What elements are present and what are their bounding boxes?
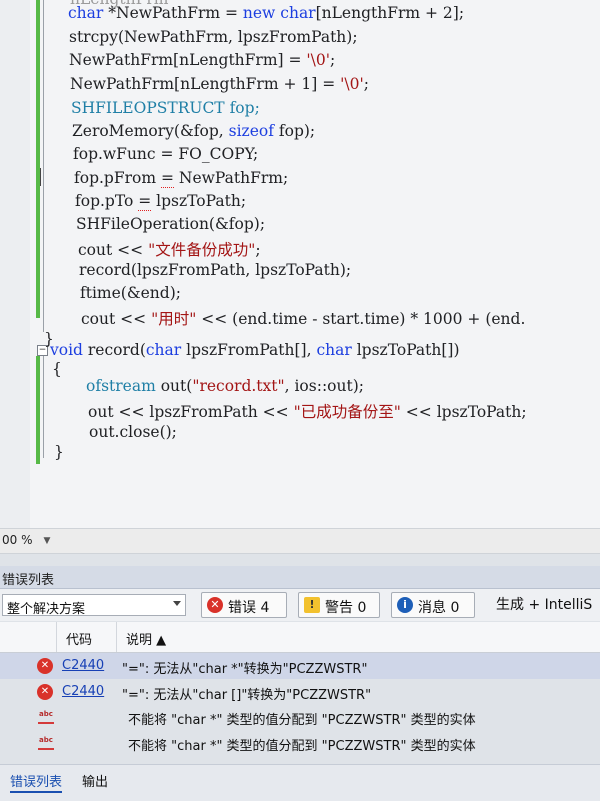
panel-title: 错误列表	[2, 573, 55, 588]
code-line[interactable]: ftime(&end);	[80, 284, 181, 302]
messages-filter-button[interactable]: i 消息 0	[391, 592, 475, 618]
code-line[interactable]: cout << "文件备份成功";	[78, 238, 261, 260]
build-intellisense-dropdown[interactable]: 生成 + IntelliS	[496, 594, 592, 614]
code-line[interactable]: char *NewPathFrm = new char[nLengthFrm +…	[68, 4, 464, 22]
scope-dropdown[interactable]: 整个解决方案	[2, 594, 186, 617]
code-line[interactable]: ZeroMemory(&fop, sizeof fop);	[72, 122, 315, 140]
code-line[interactable]: SHFileOperation(&fop);	[76, 215, 265, 233]
zoom-bar: 00 % ▼	[0, 528, 600, 554]
error-description: 不能将 "char *" 类型的值分配到 "PCZZWSTR" 类型的实体	[128, 713, 476, 728]
warnings-filter-label: 警告 0	[325, 600, 367, 616]
error-list-toolbar: 整个解决方案 ✕ 错误 4 ! 警告 0 i 消息 0 生成 + Intelli…	[0, 589, 600, 621]
code-line[interactable]: out.close();	[89, 423, 177, 441]
error-description: "=": 无法从"char []"转换为"PCZZWSTR"	[122, 688, 372, 703]
code-line[interactable]: NewPathFrm[nLengthFrm + 1] = '\0';	[70, 75, 369, 93]
chevron-down-icon[interactable]: ▼	[34, 533, 60, 549]
code-editor[interactable]: − nLengthFrm char *NewPathFrm = new char…	[0, 0, 600, 528]
warnings-filter-button[interactable]: ! 警告 0	[298, 592, 380, 618]
errors-filter-button[interactable]: ✕ 错误 4	[201, 592, 287, 618]
change-tracking-bar	[36, 0, 40, 318]
error-list-titlebar: 错误列表	[0, 566, 600, 589]
tab-error-list[interactable]: 错误列表	[10, 771, 63, 793]
code-line[interactable]: void record(char lpszFromPath[], char lp…	[50, 341, 460, 359]
code-line[interactable]: out << lpszFromPath << "已成功备份至" << lpszT…	[88, 400, 527, 422]
bottom-tab-strip: 错误列表 输出	[0, 764, 600, 801]
error-code-link[interactable]: C2440	[62, 658, 104, 673]
column-header-code[interactable]: 代码	[66, 629, 92, 648]
messages-filter-label: 消息 0	[418, 600, 460, 616]
editor-gutter	[0, 0, 30, 528]
intellisense-squiggle-icon: abc	[38, 710, 54, 724]
column-divider	[116, 622, 117, 652]
column-divider	[56, 622, 57, 652]
code-line[interactable]: cout << "用时" << (end.time - start.time) …	[81, 307, 525, 329]
code-line[interactable]: fop.pTo = lpszToPath;	[75, 192, 246, 211]
table-row[interactable]: ✕ C2440 "=": 无法从"char *"转换为"PCZZWSTR"	[0, 653, 600, 679]
error-description: 不能将 "char *" 类型的值分配到 "PCZZWSTR" 类型的实体	[128, 739, 476, 754]
code-line[interactable]: fop.pFrom = NewPathFrm;	[74, 169, 288, 188]
code-line[interactable]: strcpy(NewPathFrm, lpszFromPath);	[69, 28, 358, 46]
code-line[interactable]: SHFILEOPSTRUCT fop;	[71, 99, 260, 117]
errors-filter-label: 错误 4	[228, 600, 270, 616]
code-line[interactable]: fop.wFunc = FO_COPY;	[73, 145, 258, 163]
error-code-link[interactable]: C2440	[62, 684, 104, 699]
zoom-level[interactable]: 00 %	[2, 533, 33, 547]
info-icon: i	[397, 597, 413, 613]
error-description: "=": 无法从"char *"转换为"PCZZWSTR"	[122, 662, 368, 677]
change-tracking-bar	[36, 356, 40, 464]
tab-output[interactable]: 输出	[82, 771, 108, 790]
table-row[interactable]: abc 不能将 "char *" 类型的值分配到 "PCZZWSTR" 类型的实…	[0, 730, 600, 756]
code-line[interactable]: }	[54, 443, 64, 461]
code-line[interactable]: record(lpszFromPath, lpszToPath);	[79, 261, 351, 279]
scope-dropdown-value: 整个解决方案	[7, 602, 86, 617]
intellisense-squiggle-icon: abc	[38, 736, 54, 750]
table-row[interactable]: ✕ C2440 "=": 无法从"char []"转换为"PCZZWSTR"	[0, 679, 600, 705]
error-icon: ✕	[207, 597, 223, 613]
outline-guide	[43, 0, 44, 332]
error-icon: ✕	[37, 684, 53, 700]
warning-icon: !	[304, 597, 320, 613]
error-icon: ✕	[37, 658, 53, 674]
outline-guide	[43, 356, 44, 458]
code-line[interactable]: ofstream out("record.txt", ios::out);	[86, 377, 364, 395]
code-line[interactable]: NewPathFrm[nLengthFrm] = '\0';	[69, 51, 335, 69]
chevron-down-icon	[173, 601, 181, 606]
text-caret	[40, 168, 41, 186]
column-header-description[interactable]: 说明 ▲	[126, 629, 166, 648]
error-list-header: 代码 说明 ▲	[0, 622, 600, 653]
code-line[interactable]: {	[52, 360, 62, 378]
table-row[interactable]: abc 不能将 "char *" 类型的值分配到 "PCZZWSTR" 类型的实…	[0, 704, 600, 730]
